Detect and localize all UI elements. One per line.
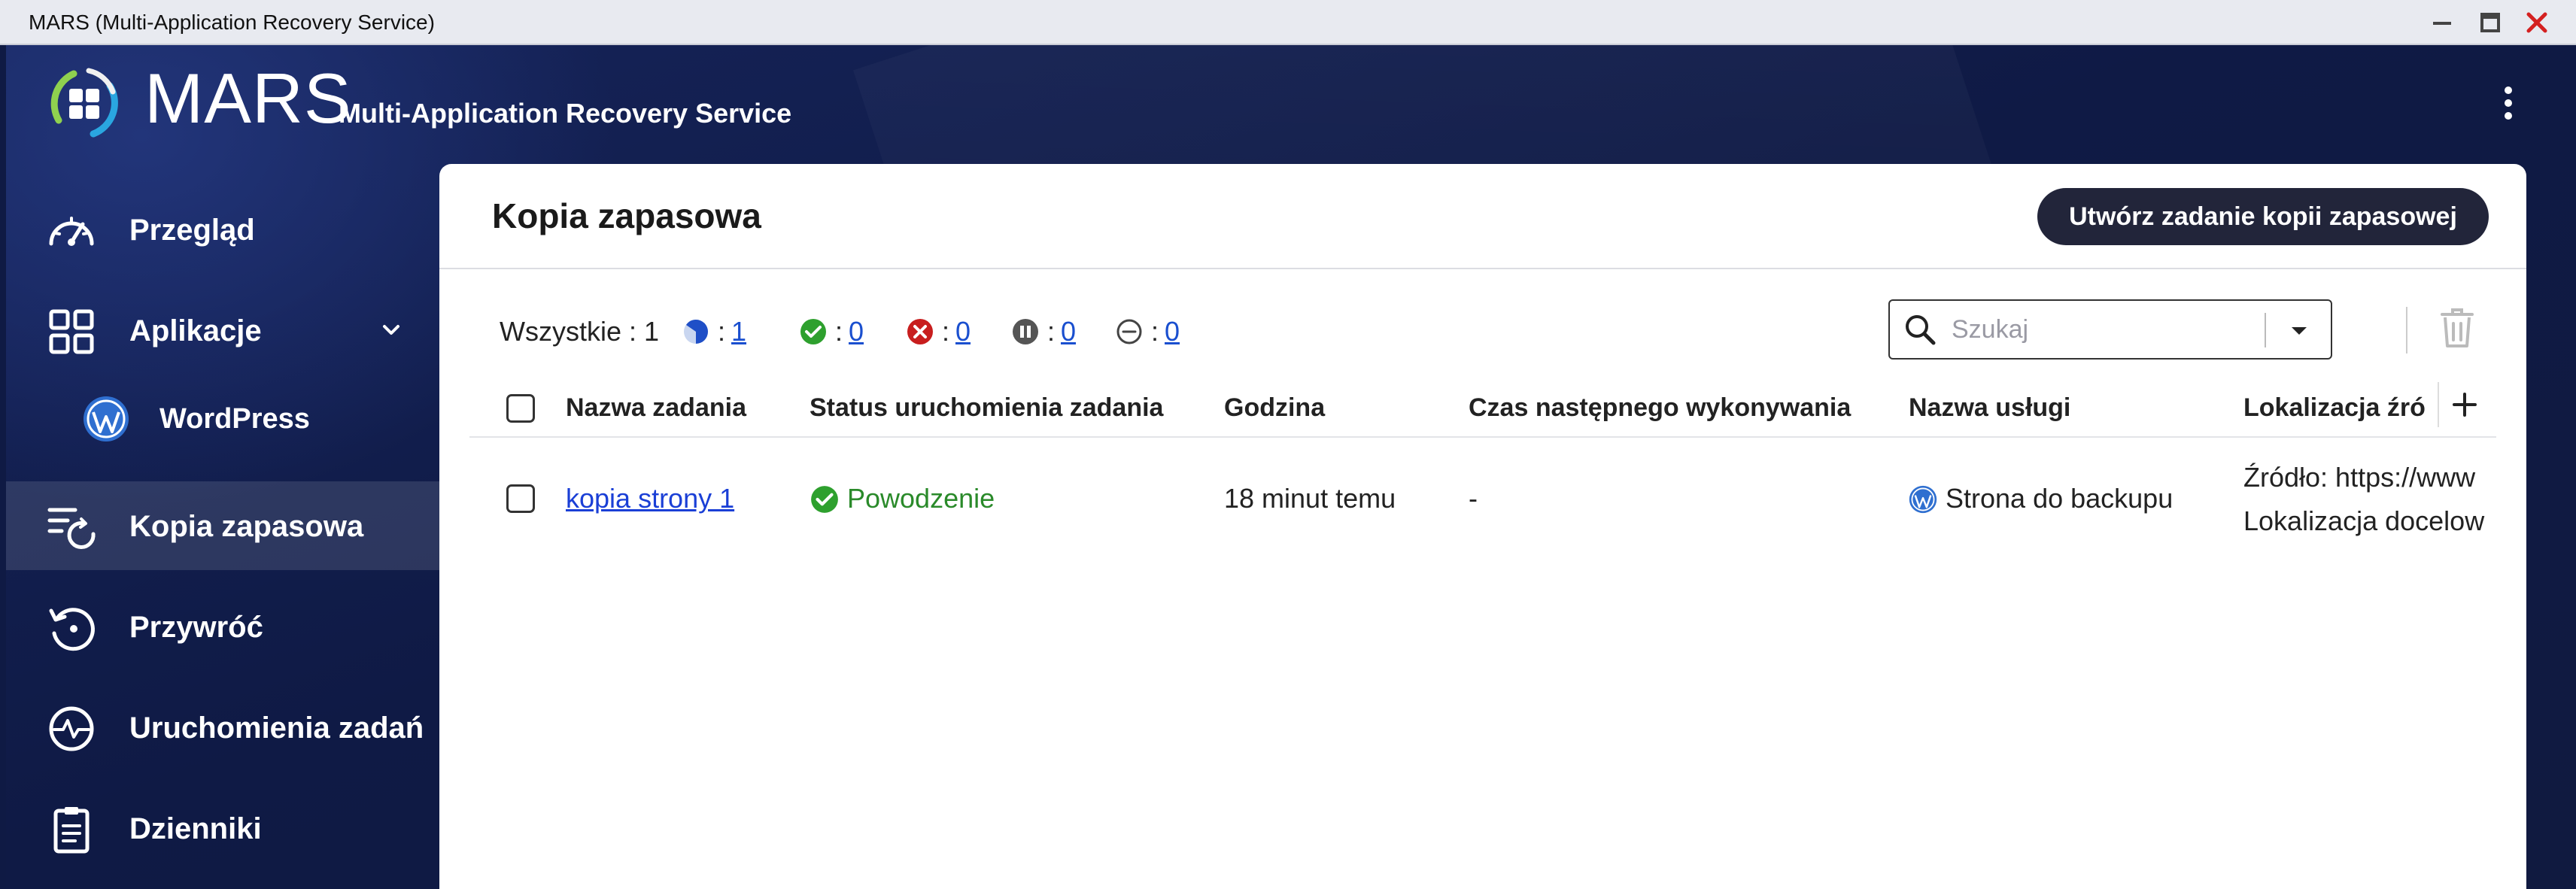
sidebar-item-restore[interactable]: Przywróć — [6, 582, 439, 671]
job-name-link[interactable]: kopia strony 1 — [566, 483, 734, 514]
wordpress-icon — [81, 394, 131, 444]
sidebar-item-overview[interactable]: Przegląd — [6, 185, 439, 274]
column-header-time[interactable]: Godzina — [1224, 393, 1325, 423]
sidebar-item-label: Uruchomienia zadań — [129, 712, 424, 745]
search-separator — [2265, 313, 2266, 347]
in-progress-icon — [684, 320, 708, 344]
column-header-location[interactable]: Lokalizacja źró — [2243, 393, 2426, 423]
pause-circle-icon — [1013, 319, 1038, 344]
filter-failed-count[interactable]: 0 — [955, 316, 971, 347]
filter-colon: : — [835, 316, 843, 347]
filter-in-progress-count[interactable]: 1 — [731, 316, 746, 347]
column-header-next-run[interactable]: Czas następnego wykonywania — [1469, 393, 1851, 423]
more-options-icon[interactable] — [2495, 83, 2522, 123]
filter-all[interactable]: Wszystkie : 1 — [500, 316, 659, 347]
column-separator — [2438, 382, 2439, 427]
close-icon[interactable] — [2522, 8, 2552, 38]
filter-paused-count[interactable]: 0 — [1061, 316, 1076, 347]
filter-colon: : — [1151, 316, 1159, 347]
filter-disabled-count[interactable]: 0 — [1165, 316, 1180, 347]
window-titlebar: MARS (Multi-Application Recovery Service… — [0, 0, 2576, 45]
sidebar-subitem-label: WordPress — [159, 403, 310, 435]
column-header-location-clip: Lokalizacja źró — [2243, 388, 2438, 426]
column-header-job-name[interactable]: Nazwa zadania — [566, 393, 746, 423]
activity-icon — [45, 704, 98, 754]
sidebar-item-label: Dzienniki — [129, 812, 262, 845]
error-circle-icon — [907, 319, 933, 344]
create-backup-job-button[interactable]: Utwórz zadanie kopii zapasowej — [2037, 188, 2489, 245]
app-subtitle: Multi-Application Recovery Service — [339, 98, 792, 129]
page-title: Kopia zapasowa — [492, 196, 761, 235]
trash-icon[interactable] — [2438, 305, 2477, 350]
location-target-text: Lokalizacja docelow — [2243, 505, 2485, 536]
select-all-checkbox[interactable] — [506, 394, 535, 423]
sidebar-item-label: Kopia zapasowa — [129, 510, 364, 543]
run-time-text: 18 minut temu — [1224, 483, 1396, 514]
dropdown-arrow-icon[interactable] — [2286, 317, 2313, 344]
sidebar-item-label: Aplikacje — [129, 314, 262, 347]
toolbar-separator — [2406, 307, 2407, 353]
sidebar-item-label: Przywróć — [129, 611, 263, 644]
restore-icon — [45, 603, 98, 653]
search-icon — [1906, 315, 1936, 345]
maximize-icon[interactable] — [2475, 8, 2505, 38]
backup-icon — [45, 502, 98, 552]
sidebar-item-backup[interactable]: Kopia zapasowa — [6, 481, 439, 570]
column-header-service-name[interactable]: Nazwa usługi — [1909, 393, 2070, 423]
chevron-down-icon[interactable] — [378, 317, 404, 343]
check-circle-icon — [811, 486, 838, 513]
search-box[interactable] — [1888, 299, 2332, 360]
clipboard-icon — [45, 805, 98, 854]
wordpress-icon — [1909, 485, 1937, 514]
speedometer-icon — [45, 206, 98, 256]
window-title: MARS (Multi-Application Recovery Service… — [29, 11, 435, 34]
row-checkbox[interactable] — [506, 484, 535, 513]
header-divider — [439, 268, 2526, 269]
sidebar-item-wordpress[interactable]: WordPress — [6, 379, 439, 454]
filter-colon: : — [942, 316, 950, 347]
filter-colon: : — [718, 316, 726, 347]
add-column-icon[interactable] — [2447, 387, 2483, 423]
sidebar-item-job-runs[interactable]: Uruchomienia zadań — [6, 683, 439, 772]
minimize-icon[interactable] — [2427, 8, 2457, 38]
sidebar-item-applications[interactable]: Aplikacje — [6, 286, 439, 375]
table-header-divider — [469, 436, 2496, 438]
service-name-text: Strona do backupu — [1946, 483, 2174, 514]
main-panel: Kopia zapasowa Utwórz zadanie kopii zapa… — [439, 164, 2526, 889]
check-circle-icon — [800, 319, 826, 344]
minus-circle-icon — [1116, 319, 1142, 344]
sidebar-item-logs[interactable]: Dzienniki — [6, 784, 439, 872]
app-brand: MARS — [144, 59, 352, 138]
filter-success-count[interactable]: 0 — [849, 316, 864, 347]
sidebar-item-label: Przegląd — [129, 214, 255, 247]
run-status-text: Powodzenie — [847, 483, 995, 514]
search-input[interactable] — [1952, 310, 2245, 349]
apps-grid-icon — [45, 307, 98, 357]
column-header-run-status[interactable]: Status uruchomienia zadania — [810, 393, 1163, 423]
location-cell: Źródło: https://www Lokalizacja docelow — [2243, 459, 2496, 549]
location-source-text: Źródło: https://www — [2243, 462, 2476, 493]
mars-logo-icon — [44, 62, 126, 144]
filter-colon: : — [1047, 316, 1056, 347]
next-run-text: - — [1469, 483, 1478, 514]
